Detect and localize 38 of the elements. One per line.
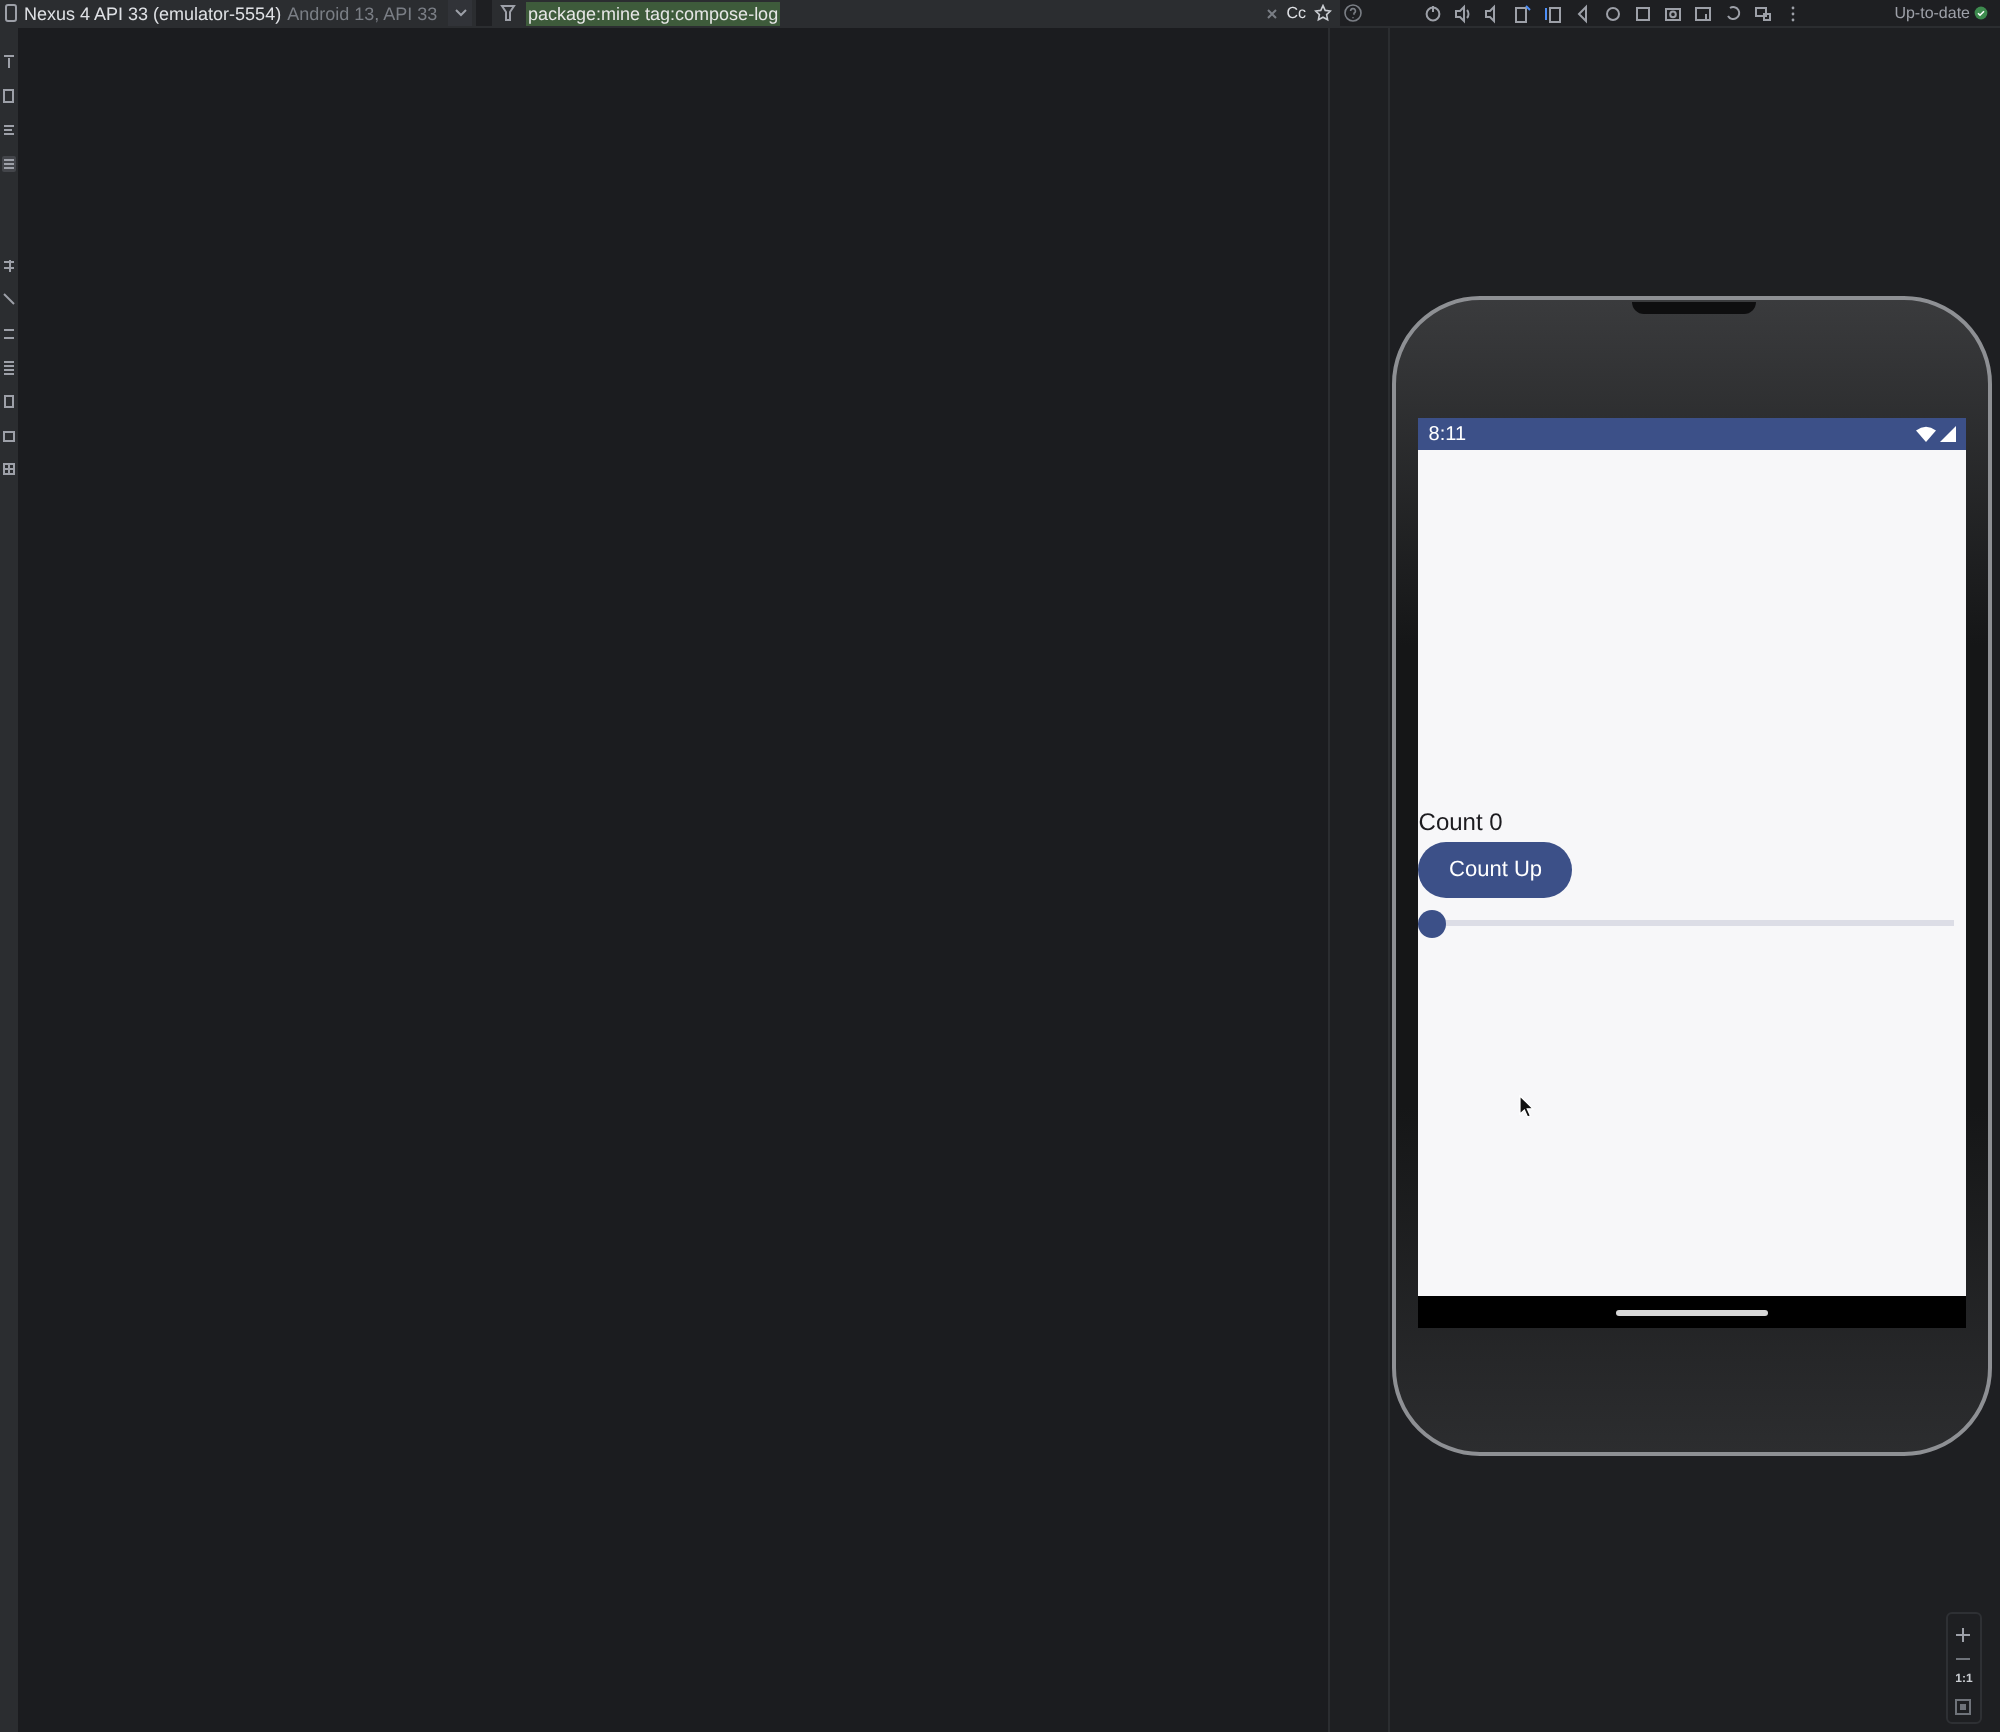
home-handle[interactable] [1616,1309,1769,1315]
status-time: 8:11 [1428,423,1467,445]
wrap-icon[interactable] [1,122,16,138]
check-icon [1974,6,1988,20]
device-detail: Android 13, API 33 [287,1,438,25]
list-icon[interactable] [1,156,16,172]
sync-status: Up-to-date [1894,1,1970,25]
cursor-icon [1518,1094,1535,1118]
slider-thumb[interactable] [1418,910,1447,938]
match-case-toggle[interactable]: Cc [1286,4,1306,22]
volume-up-icon[interactable] [1454,3,1472,23]
count-up-button[interactable]: Count Up [1418,842,1573,898]
fit-screen-icon[interactable] [1954,1698,1973,1716]
signal-icon [1940,426,1957,442]
zoom-in-icon[interactable] [1954,1626,1973,1644]
square-icon[interactable] [1,394,16,410]
filter-field[interactable]: package:mine tag:compose-log Cc [492,0,1340,26]
overview-icon[interactable] [1634,3,1652,23]
device-selector[interactable]: Nexus 4 API 33 (emulator-5554) Android 13, API 33 [0,0,476,26]
count-label: Count 0 [1418,808,1505,836]
phone-icon [4,4,18,22]
grid-icon[interactable] [1,462,16,478]
clear-icon[interactable] [1266,7,1279,19]
help-icon[interactable] [1344,4,1362,22]
power-icon[interactable] [1424,3,1442,23]
filter-value: package:mine tag:compose-log [526,1,781,25]
star-icon[interactable] [1314,4,1332,22]
home-icon[interactable] [1604,3,1622,23]
page-icon[interactable] [1,88,16,104]
caret-icon [453,8,467,18]
lines-icon[interactable] [1,360,16,376]
zoom-out-icon[interactable] [1954,1656,1973,1662]
speaker-grille [1632,302,1757,314]
split-icon[interactable] [1,326,16,342]
filter-icon [500,4,518,22]
wifi-icon [1916,426,1937,442]
back-icon[interactable] [1574,3,1592,23]
device-name: Nexus 4 API 33 (emulator-5554) [24,1,282,25]
